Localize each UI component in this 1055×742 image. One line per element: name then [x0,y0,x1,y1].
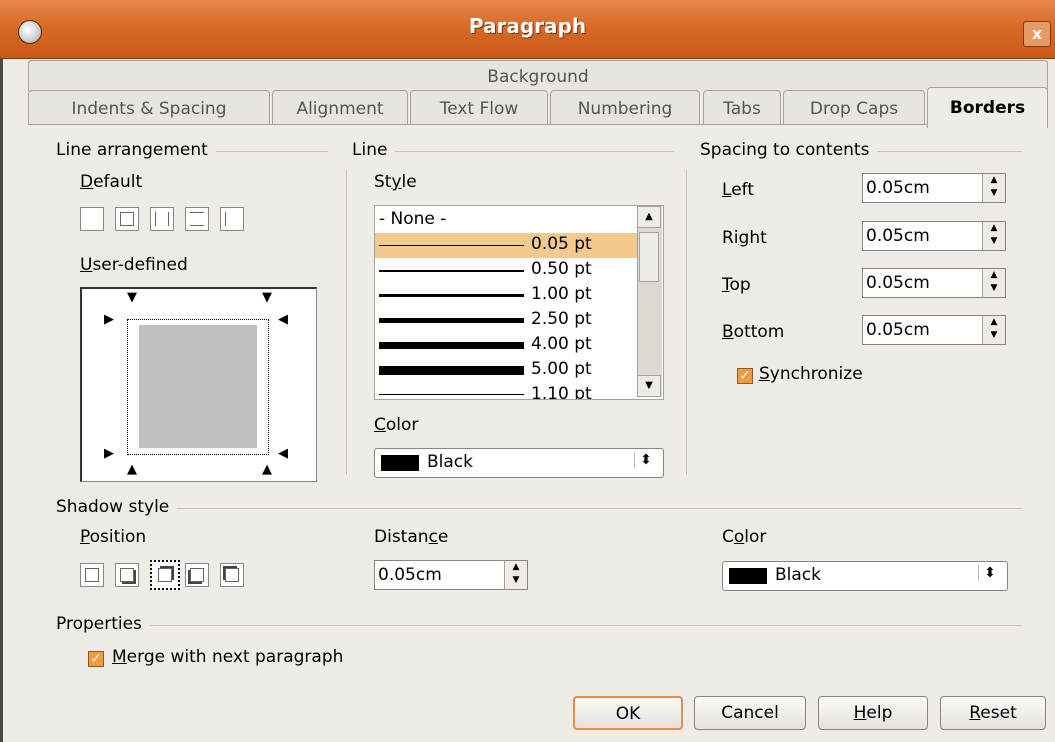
user-defined-label: User-defined [80,255,188,275]
preset-box[interactable] [115,207,139,231]
list-item[interactable]: 1.00 pt [375,283,637,308]
shadow-top-right[interactable] [150,560,180,590]
border-preview[interactable]: ▼ ▼ ▶ ◀ ▶ ◀ ▲ ▲ [80,287,317,482]
list-item[interactable]: 0.05 pt [375,233,637,258]
tab-numbering[interactable]: Numbering [550,90,700,124]
bottom-label: Bottom [722,322,785,342]
shadow-top-left[interactable] [220,563,244,587]
list-item[interactable]: 5.00 pt [375,358,637,383]
arrow-up-icon: ▲ [262,462,272,477]
merge-label[interactable]: Merge with next paragraph [112,647,343,667]
arrow-down-icon: ▼ [262,290,272,305]
bottom-spin-field[interactable]: 0.05cm ▲ ▼ [862,315,1006,345]
help-button[interactable]: Help [818,696,928,730]
top-label: Top [722,275,751,295]
preset-top-bottom[interactable] [185,207,209,231]
spin-arrows-icon[interactable]: ▲ ▼ [982,269,1005,297]
synchronize-checkbox[interactable]: ✓ [737,368,753,384]
spin-arrows-icon[interactable]: ▲ ▼ [982,174,1005,202]
color-swatch [729,568,767,584]
line-color-value: Black [427,452,473,472]
cancel-button[interactable]: Cancel [694,696,806,730]
line-heading: Line [352,140,396,160]
list-item[interactable]: 0.50 pt [375,258,637,283]
arrow-right-icon: ▶ [104,446,114,461]
window-title: Paragraph [468,14,587,38]
shadow-bottom-right[interactable] [115,563,139,587]
updown-arrow-icon: ⬍ [978,565,1001,581]
divider [56,625,1022,626]
ok-button[interactable]: OK [573,696,683,730]
spacing-heading: Spacing to contents [700,140,878,160]
properties-heading: Properties [56,614,150,634]
preset-no-borders[interactable] [80,207,104,231]
reset-button[interactable]: Reset [940,696,1046,730]
right-label: Right [722,228,767,248]
tab-indents-spacing[interactable]: Indents & Spacing [28,90,270,124]
spin-arrows-icon[interactable]: ▲ ▼ [504,561,527,589]
default-label: Default [80,172,143,192]
tab-text-flow[interactable]: Text Flow [410,90,548,124]
divider [352,151,674,152]
close-button[interactable]: x [1023,21,1051,47]
tab-tabs[interactable]: Tabs [703,90,781,124]
arrow-left-icon: ◀ [278,312,288,327]
line-arrangement-heading: Line arrangement [56,140,216,160]
shadow-color-label: Color [722,527,767,547]
left-label: Left [722,180,754,200]
shadow-heading: Shadow style [56,497,178,517]
preset-left-right[interactable] [150,207,174,231]
tab-alignment[interactable]: Alignment [272,90,408,124]
right-spin-field[interactable]: 0.05cm ▲ ▼ [862,221,1006,251]
scroll-up-icon[interactable]: ▲ [637,206,661,228]
list-item[interactable]: 1.10 pt [375,383,637,399]
line-style-list[interactable]: - None - 0.05 pt 0.50 pt 1.00 pt 2.50 pt… [374,205,664,400]
divider [56,508,1022,509]
arrow-down-icon: ▼ [127,290,137,305]
arrow-right-icon: ▶ [104,312,114,327]
preview-paragraph [139,325,257,448]
scroll-thumb[interactable] [639,232,659,282]
arrow-up-icon: ▲ [127,462,137,477]
left-spin-field[interactable]: 0.05cm ▲ ▼ [862,173,1006,203]
preset-left[interactable] [220,207,244,231]
divider [346,170,347,475]
shadow-bottom-left[interactable] [185,563,209,587]
top-spin-field[interactable]: 0.05cm ▲ ▼ [862,268,1006,298]
spin-arrows-icon[interactable]: ▲ ▼ [982,316,1005,344]
distance-label: Distance [374,527,449,547]
tab-borders[interactable]: Borders [927,87,1048,128]
spin-arrows-icon[interactable]: ▲ ▼ [982,222,1005,250]
style-label: Style [374,172,417,192]
scroll-down-icon[interactable]: ▼ [637,375,661,397]
tab-background[interactable]: Background [28,60,1048,91]
divider [686,170,687,475]
updown-arrow-icon: ⬍ [634,452,657,468]
shadow-none[interactable] [80,563,104,587]
line-color-label: Color [374,415,419,435]
shadow-color-value: Black [775,565,821,585]
list-item[interactable]: 2.50 pt [375,308,637,333]
arrow-left-icon: ◀ [278,446,288,461]
shadow-color-dropdown[interactable]: Black ⬍ [722,561,1008,591]
list-item[interactable]: - None - [375,208,637,233]
position-label: Position [80,527,147,547]
synchronize-label[interactable]: Synchronize [759,364,863,384]
shadow-distance-field[interactable]: 0.05cm ▲ ▼ [374,560,528,590]
list-item[interactable]: 4.00 pt [375,333,637,358]
tab-panel [28,124,1046,125]
line-color-dropdown[interactable]: Black ⬍ [374,448,664,478]
merge-checkbox[interactable]: ✓ [88,651,104,667]
tab-drop-caps[interactable]: Drop Caps [783,90,925,124]
window-frame [0,58,3,742]
color-swatch [381,455,419,471]
